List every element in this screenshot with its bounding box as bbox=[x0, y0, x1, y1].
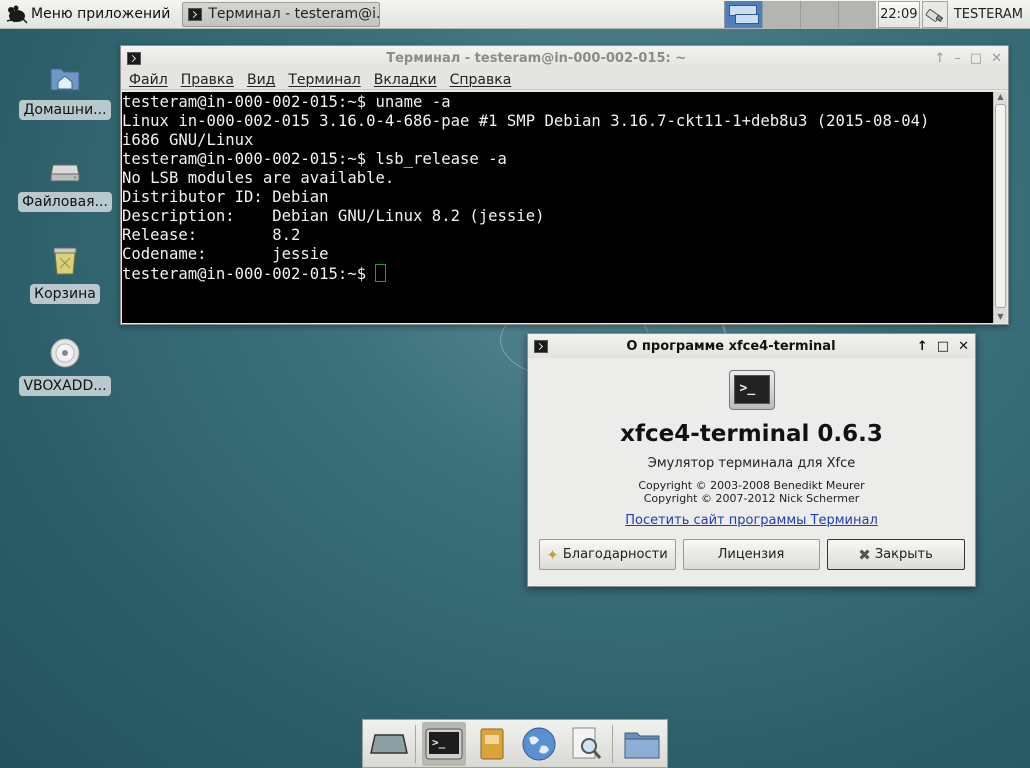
menu-file[interactable]: Файл bbox=[129, 72, 168, 88]
dock-file-manager-button[interactable] bbox=[469, 722, 514, 766]
terminal-icon bbox=[188, 7, 203, 21]
web-browser-icon bbox=[522, 727, 556, 760]
menu-edit[interactable]: Правка bbox=[181, 72, 234, 88]
star-icon: ✦ bbox=[546, 545, 559, 564]
maximize-icon[interactable]: □ bbox=[937, 339, 949, 354]
scroll-down-icon[interactable]: ▼ bbox=[994, 312, 1007, 323]
file-manager-icon bbox=[480, 728, 504, 759]
keep-above-icon[interactable]: ↑ bbox=[917, 339, 928, 354]
about-title: О программе xfce4-terminal bbox=[626, 338, 836, 354]
taskbar-terminal-label: Терминал - testeram@i... bbox=[208, 6, 381, 22]
dock-browser-button[interactable] bbox=[517, 722, 562, 766]
dock-app-finder-button[interactable] bbox=[565, 722, 610, 766]
workspace-3[interactable] bbox=[799, 0, 838, 28]
terminal-cursor bbox=[375, 264, 387, 282]
workspace-4[interactable] bbox=[837, 0, 876, 28]
minimize-icon[interactable]: – bbox=[954, 51, 961, 66]
usb-drive-icon bbox=[925, 8, 944, 22]
workspace-switcher bbox=[723, 0, 876, 29]
desktop-icon-cdrom[interactable]: VBOXADD... bbox=[19, 336, 111, 396]
website-link[interactable]: Посетить сайт программы Терминал bbox=[625, 513, 878, 528]
desktop-icon-trash[interactable]: Корзина bbox=[22, 244, 108, 304]
terminal-line: Description: Debian GNU/Linux 8.2 (jessi… bbox=[122, 207, 545, 225]
show-desktop-button[interactable] bbox=[367, 722, 412, 766]
desktop-icon-label: Домашни... bbox=[19, 100, 111, 120]
desktop-icon-filesystem[interactable]: Файловая... bbox=[18, 152, 112, 212]
program-description: Эмулятор терминала для Xfce bbox=[647, 456, 856, 471]
filesystem-drive-icon bbox=[50, 164, 80, 182]
terminal-window-icon bbox=[534, 339, 548, 353]
cdrom-disc-icon bbox=[50, 338, 80, 368]
terminal-line: testeram@in-000-002-015:~$ uname -a bbox=[122, 93, 451, 111]
terminal-icon: >_ bbox=[425, 728, 463, 759]
program-name: xfce4-terminal 0.6.3 bbox=[620, 421, 883, 447]
show-desktop-icon bbox=[370, 733, 409, 754]
svg-text:>_: >_ bbox=[432, 736, 446, 749]
user-menu[interactable]: TESTERAM bbox=[948, 7, 1030, 22]
menu-terminal[interactable]: Терминал bbox=[288, 72, 360, 88]
maximize-icon[interactable]: □ bbox=[970, 51, 982, 66]
desktop-icon-label: Файловая... bbox=[18, 192, 112, 212]
license-button-label: Лицензия bbox=[717, 547, 785, 562]
terminal-line: Codename: jessie bbox=[122, 245, 329, 263]
terminal-title: Терминал - testeram@in-000-002-015: ~ bbox=[386, 50, 687, 66]
xfce-mouse-icon bbox=[6, 5, 28, 24]
terminal-line: testeram@in-000-002-015:~$ lsb_release -… bbox=[122, 150, 507, 168]
close-icon[interactable]: ✕ bbox=[958, 339, 969, 354]
copyright-line: Copyright © 2003-2008 Benedikt Meurer bbox=[638, 479, 865, 492]
copyright-line: Copyright © 2007-2012 Nick Schermer bbox=[643, 492, 860, 505]
desktop-icon-label: VBOXADD... bbox=[19, 376, 111, 396]
removable-media-button[interactable] bbox=[921, 1, 948, 28]
keep-above-icon[interactable]: ↑ bbox=[934, 51, 945, 66]
terminal-window-icon bbox=[127, 51, 141, 65]
desktop-icon-label: Корзина bbox=[30, 284, 100, 304]
terminal-line: i686 GNU/Linux bbox=[122, 131, 254, 149]
menu-tabs[interactable]: Вкладки bbox=[374, 72, 437, 88]
menu-view[interactable]: Вид bbox=[247, 72, 275, 88]
close-button[interactable]: ✖ Закрыть bbox=[826, 539, 965, 570]
terminal-line: Linux in-000-002-015 3.16.0-4-686-pae #1… bbox=[122, 112, 930, 130]
terminal-prompt: testeram@in-000-002-015:~$ bbox=[122, 265, 376, 283]
applications-menu-label: Меню приложений bbox=[31, 6, 171, 22]
terminal-app-icon: >_ bbox=[728, 370, 775, 410]
close-icon[interactable]: ✕ bbox=[991, 51, 1002, 66]
terminal-prompt-line: testeram@in-000-002-015:~$ bbox=[122, 264, 994, 284]
credits-button[interactable]: ✦ Благодарности bbox=[538, 539, 676, 570]
scroll-up-icon[interactable]: ▲ bbox=[994, 92, 1007, 103]
home-folder-icon bbox=[50, 68, 80, 91]
clock[interactable]: 22:09 bbox=[877, 1, 920, 28]
menu-help[interactable]: Справка bbox=[450, 72, 512, 88]
terminal-line: Release: 8.2 bbox=[122, 226, 301, 244]
top-panel: Меню приложений Терминал - testeram@i...… bbox=[0, 0, 1030, 29]
folder-icon bbox=[624, 732, 660, 758]
taskbar-terminal-button[interactable]: Терминал - testeram@i... bbox=[182, 1, 381, 27]
terminal-menubar: Файл Правка Вид Терминал Вкладки Справка bbox=[121, 70, 1008, 90]
applications-menu-button[interactable]: Меню приложений bbox=[0, 0, 178, 29]
bottom-dock: >_ bbox=[362, 719, 668, 768]
trash-icon bbox=[53, 247, 77, 275]
credits-button-label: Благодарности bbox=[562, 547, 668, 562]
about-dialog: О программе xfce4-terminal ↑ □ ✕ >_ xfce… bbox=[527, 333, 976, 587]
about-titlebar[interactable]: О программе xfce4-terminal ↑ □ ✕ bbox=[528, 334, 975, 358]
license-button[interactable]: Лицензия bbox=[682, 539, 820, 570]
desktop-icon-home[interactable]: Домашни... bbox=[19, 60, 111, 120]
copyright: Copyright © 2003-2008 Benedikt Meurer Co… bbox=[638, 479, 864, 505]
terminal-output[interactable]: testeram@in-000-002-015:~$ uname -a Linux… bbox=[122, 92, 994, 323]
terminal-scrollbar[interactable]: ▲ ▼ bbox=[993, 92, 1007, 323]
terminal-line: Distributor ID: Debian bbox=[122, 188, 329, 206]
close-x-icon: ✖ bbox=[858, 545, 871, 564]
dock-terminal-button[interactable]: >_ bbox=[421, 721, 467, 766]
close-button-label: Закрыть bbox=[874, 547, 933, 562]
terminal-titlebar[interactable]: Терминал - testeram@in-000-002-015: ~ ↑ … bbox=[121, 46, 1008, 70]
terminal-line: No LSB modules are available. bbox=[122, 169, 395, 187]
workspace-1[interactable] bbox=[723, 0, 762, 28]
terminal-window: Терминал - testeram@in-000-002-015: ~ ↑ … bbox=[120, 45, 1009, 325]
scrollbar-thumb[interactable] bbox=[995, 104, 1006, 308]
dock-folder-button[interactable] bbox=[619, 722, 664, 766]
workspace-2[interactable] bbox=[761, 0, 800, 28]
app-finder-icon bbox=[572, 727, 602, 759]
